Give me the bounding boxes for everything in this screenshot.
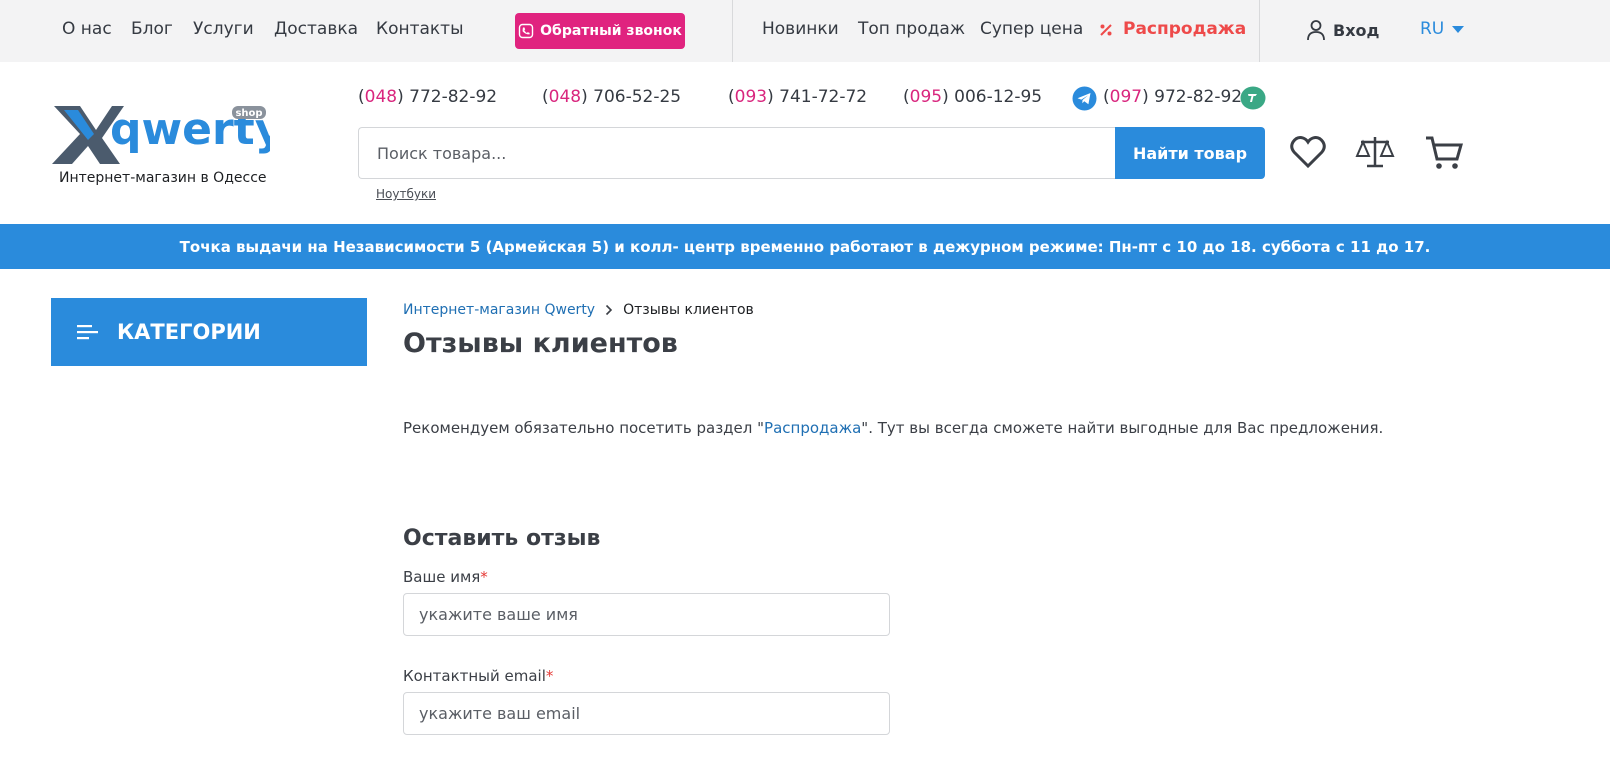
nav-link-super-price[interactable]: Супер цена bbox=[980, 19, 1083, 39]
search-hint-link[interactable]: Ноутбуки bbox=[376, 187, 436, 201]
login-link[interactable]: Вход bbox=[1306, 19, 1379, 41]
nav-link-sale[interactable]: Распродажа bbox=[1123, 19, 1246, 39]
divider bbox=[1259, 0, 1260, 62]
nav-link-about[interactable]: О нас bbox=[62, 19, 112, 39]
logo-badge: shop bbox=[235, 108, 262, 119]
recommend-text: Рекомендуем обязательно посетить раздел … bbox=[403, 419, 1384, 437]
page-title: Отзывы клиентов bbox=[403, 328, 678, 359]
categories-button[interactable]: КАТЕГОРИИ bbox=[51, 298, 367, 366]
phone-number[interactable]: (093) 741-72-72 bbox=[728, 87, 867, 107]
nav-link-blog[interactable]: Блог bbox=[131, 19, 173, 39]
email-field-label: Контактный email* bbox=[403, 667, 554, 685]
logo-tagline: Интернет-магазин в Одессе bbox=[59, 170, 267, 186]
language-selector[interactable]: RU bbox=[1420, 19, 1465, 39]
callback-label: Обратный звонок bbox=[540, 23, 682, 39]
phone-number[interactable]: (095) 006-12-95 bbox=[903, 87, 1042, 107]
phone-number[interactable]: (097) 972-82-92 bbox=[1103, 87, 1242, 107]
breadcrumb-current: Отзывы клиентов bbox=[623, 302, 754, 318]
percent-icon bbox=[1100, 24, 1112, 36]
chevron-down-icon bbox=[1452, 25, 1465, 33]
user-icon bbox=[1307, 20, 1325, 41]
notice-banner: Точка выдачи на Независимости 5 (Армейск… bbox=[0, 224, 1610, 269]
divider bbox=[732, 0, 733, 62]
review-form-title: Оставить отзыв bbox=[403, 526, 601, 551]
login-label: Вход bbox=[1333, 20, 1380, 40]
phone-number[interactable]: (048) 772-82-92 bbox=[358, 87, 497, 107]
nav-link-delivery[interactable]: Доставка bbox=[274, 19, 358, 39]
nav-link-contacts[interactable]: Контакты bbox=[376, 19, 464, 39]
menu-icon bbox=[77, 325, 98, 340]
breadcrumb-home-link[interactable]: Интернет-магазин Qwerty bbox=[403, 302, 595, 318]
heart-icon[interactable] bbox=[1288, 132, 1328, 172]
nav-link-services[interactable]: Услуги bbox=[193, 19, 254, 39]
top-bar: О нас Блог Услуги Доставка Контакты Обра… bbox=[0, 0, 1610, 62]
nav-link-top-sales[interactable]: Топ продаж bbox=[858, 19, 965, 39]
cart-icon[interactable] bbox=[1424, 132, 1464, 172]
nav-link-new[interactable]: Новинки bbox=[762, 19, 839, 39]
breadcrumb: Интернет-магазин Qwerty Отзывы клиентов bbox=[403, 302, 754, 318]
search-button[interactable]: Найти товар bbox=[1115, 127, 1265, 179]
phone-call-icon bbox=[518, 23, 534, 39]
viber-icon[interactable] bbox=[1240, 86, 1266, 110]
categories-label: КАТЕГОРИИ bbox=[117, 320, 261, 344]
search-input[interactable] bbox=[358, 127, 1118, 179]
compare-scales-icon[interactable] bbox=[1355, 132, 1395, 172]
name-input[interactable] bbox=[403, 593, 890, 636]
phone-number[interactable]: (048) 706-52-25 bbox=[542, 87, 681, 107]
telegram-icon[interactable] bbox=[1072, 86, 1097, 111]
language-label: RU bbox=[1420, 19, 1445, 39]
chevron-right-icon bbox=[606, 304, 613, 316]
sale-section-link[interactable]: Распродажа bbox=[764, 419, 861, 437]
email-input[interactable] bbox=[403, 692, 890, 735]
name-field-label: Ваше имя* bbox=[403, 568, 488, 586]
callback-button[interactable]: Обратный звонок bbox=[515, 13, 685, 49]
